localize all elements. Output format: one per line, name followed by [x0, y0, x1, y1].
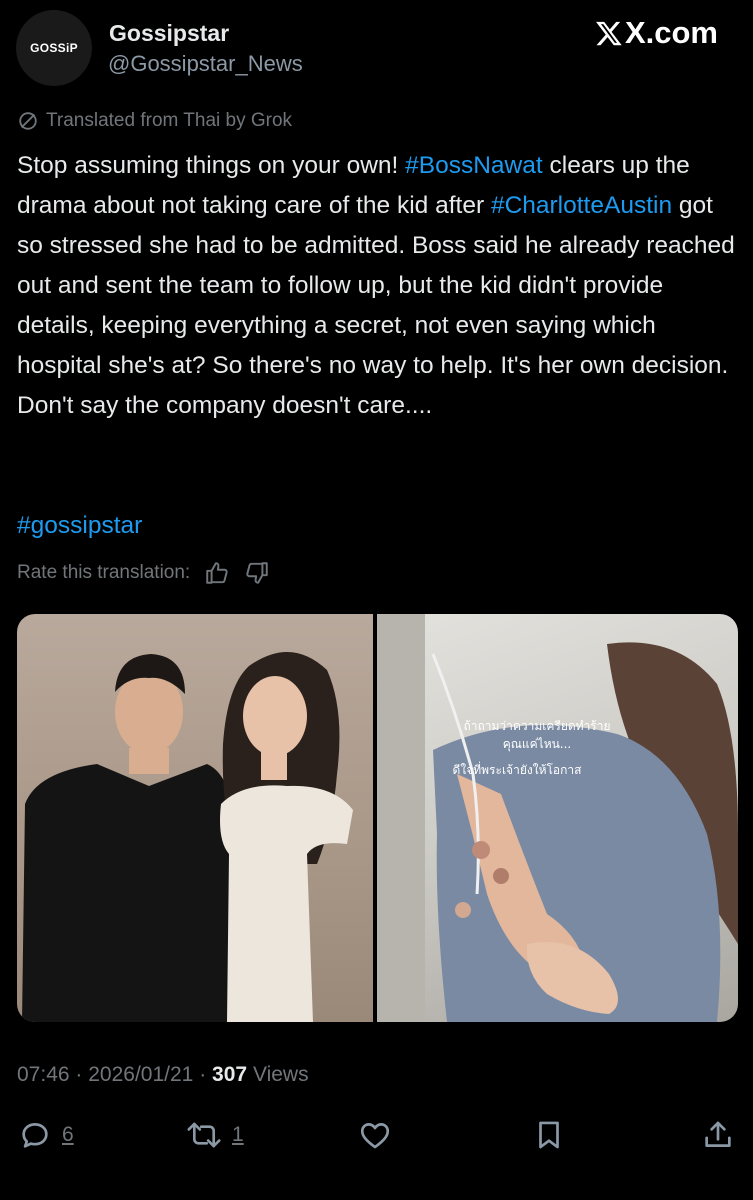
reply-count: 6	[62, 1123, 74, 1146]
action-bar: 6 1	[0, 1118, 753, 1160]
like-button[interactable]	[358, 1118, 392, 1152]
repost-button[interactable]: 1	[186, 1118, 244, 1152]
share-icon	[705, 1121, 731, 1147]
tweet-text: Stop assuming things on your own! #BossN…	[17, 146, 742, 426]
hashtag-link[interactable]: #CharlotteAustin	[491, 192, 672, 219]
repost-count: 1	[232, 1123, 244, 1146]
bookmark-icon	[539, 1121, 559, 1149]
thumbs-up-button[interactable]	[204, 560, 230, 586]
hashtag-link[interactable]: #BossNawat	[405, 152, 543, 179]
avatar-logo-text: GOSSiP	[30, 41, 78, 55]
media-photo-left[interactable]	[17, 614, 373, 1022]
tweet-meta: 07:46 · 2026/01/21 · 307 Views	[17, 1063, 309, 1087]
tweet-text-part: got so stressed she had to be admitted. …	[17, 192, 735, 419]
rate-translation: Rate this translation:	[17, 560, 270, 586]
translate-icon	[19, 112, 37, 130]
meta-separator: ·	[75, 1063, 83, 1086]
x-logo-icon	[596, 21, 622, 46]
site-brand: X.com	[595, 15, 718, 51]
author-handle[interactable]: @Gossipstar_News	[108, 51, 303, 77]
like-icon	[360, 1123, 390, 1149]
translation-label: Translated from Thai by Grok	[46, 110, 293, 131]
media-caption-line: คุณแค่ไหน...	[503, 737, 572, 752]
media-caption-line: ถ้าถามว่าความเครียดทำร้าย	[463, 719, 610, 733]
media-photo-right[interactable]: ถ้าถามว่าความเครียดทำร้าย คุณแค่ไหน... ด…	[377, 614, 738, 1022]
rate-translation-label: Rate this translation:	[17, 562, 191, 583]
repost-icon	[187, 1122, 221, 1148]
views-label: Views	[252, 1063, 309, 1086]
reply-icon	[22, 1123, 48, 1148]
thumbs-down-icon	[246, 562, 268, 584]
bookmark-button[interactable]	[532, 1118, 566, 1152]
reply-button[interactable]: 6	[18, 1118, 74, 1152]
photo-illustration	[22, 651, 353, 1022]
site-brand-text: X.com	[624, 15, 718, 50]
author-display-name[interactable]: Gossipstar	[109, 20, 229, 47]
avatar[interactable]: GOSSiP	[16, 10, 92, 86]
media-grid: ถ้าถามว่าความเครียดทำร้าย คุณแค่ไหน... ด…	[17, 614, 738, 1022]
tweet-time[interactable]: 07:46	[17, 1063, 70, 1086]
hashtag-link[interactable]: #gossipstar	[17, 506, 142, 546]
meta-separator: ·	[199, 1063, 207, 1086]
photo-illustration: ถ้าถามว่าความเครียดทำร้าย คุณแค่ไหน... ด…	[377, 614, 738, 1022]
tweet-text-part: Stop assuming things on your own!	[17, 152, 406, 179]
translation-notice: Translated from Thai by Grok	[17, 110, 292, 132]
tweet-date[interactable]: 2026/01/21	[88, 1063, 193, 1086]
thumbs-up-icon	[206, 562, 228, 584]
media-caption-line: ดีใจที่พระเจ้ายังให้โอกาส	[453, 761, 583, 777]
thumbs-down-button[interactable]	[244, 560, 270, 586]
views-count: 307	[212, 1063, 248, 1086]
share-button[interactable]	[701, 1118, 735, 1152]
